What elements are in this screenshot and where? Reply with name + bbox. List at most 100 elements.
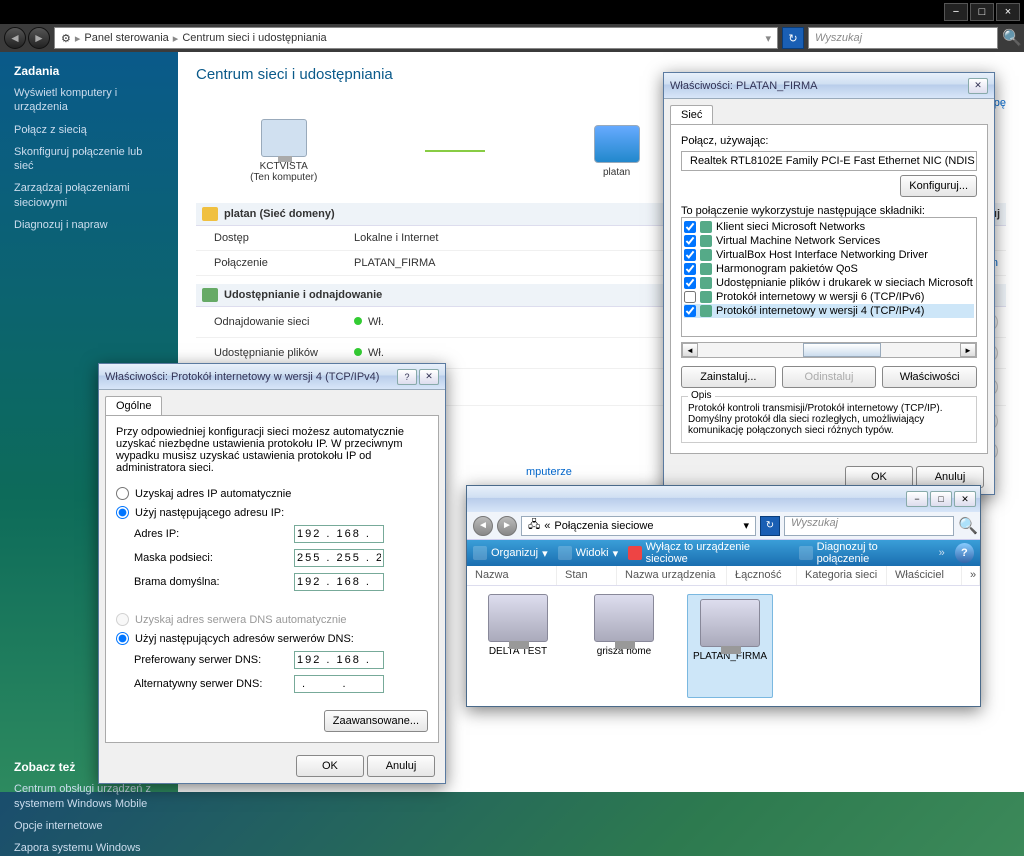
window-titlebar[interactable]: − □ ✕ <box>467 486 980 512</box>
crumb-control-panel[interactable]: Panel sterowania <box>84 32 168 44</box>
help-button[interactable]: ? <box>955 543 974 563</box>
close-button[interactable]: ✕ <box>419 369 439 385</box>
components-list[interactable]: Klient sieci Microsoft Networks Virtual … <box>681 217 977 337</box>
close-button[interactable]: ✕ <box>968 78 988 94</box>
close-button[interactable]: ✕ <box>954 491 976 507</box>
crumb-network-center[interactable]: Centrum sieci i udostępniania <box>182 32 326 44</box>
scroll-thumb[interactable] <box>803 343 882 357</box>
network-connections-window: − □ ✕ ◄ ► 🖧 « Połączenia sieciowe ▾ ↻ Wy… <box>466 485 981 707</box>
disable-icon <box>628 546 641 560</box>
ipv4-properties-dialog: Właściwości: Protokół internetowy w wers… <box>98 363 446 784</box>
list-item[interactable]: VirtualBox Host Interface Networking Dri… <box>684 248 974 262</box>
forward-button[interactable]: ► <box>28 27 50 49</box>
breadcrumb[interactable]: 🖧 « Połączenia sieciowe ▾ <box>521 516 756 536</box>
advanced-button[interactable]: Zaawansowane... <box>324 710 428 732</box>
views-menu[interactable]: Widoki ▾ <box>558 546 619 560</box>
organize-menu[interactable]: Organizuj ▾ <box>473 546 548 560</box>
refresh-button[interactable]: ↻ <box>760 516 780 536</box>
sidebar-item-view-computers[interactable]: Wyświetl komputery i urządzenia <box>14 86 164 115</box>
node-router: platan <box>594 125 640 178</box>
tab-general[interactable]: Ogólne <box>105 396 162 415</box>
node-this-computer: KCTVISTA (Ten komputer) <box>250 119 317 183</box>
list-item[interactable]: Virtual Machine Network Services <box>684 234 974 248</box>
os-titlebar: − □ × <box>0 0 1024 24</box>
sidebar-seealso-internet-options[interactable]: Opcje internetowe <box>14 819 164 833</box>
radio-manual-ip[interactable] <box>116 506 129 519</box>
search-input[interactable]: Wyszukaj <box>784 516 954 536</box>
search-icon[interactable]: 🔍 <box>958 516 974 536</box>
disable-device-button[interactable]: Wyłącz to urządzenie sieciowe <box>628 541 789 565</box>
sidebar-item-manage-connections[interactable]: Zarządzaj połączeniami sieciowymi <box>14 181 164 210</box>
forward-button[interactable]: ► <box>497 516 517 536</box>
horizontal-scrollbar[interactable]: ◄ ► <box>681 342 977 358</box>
subnet-mask-field[interactable] <box>294 549 384 567</box>
ip-address-field[interactable] <box>294 525 384 543</box>
install-button[interactable]: Zainstaluj... <box>681 366 776 388</box>
sidebar-item-setup-connection[interactable]: Skonfiguruj połączenie lub sieć <box>14 145 164 174</box>
sidebar-item-diagnose[interactable]: Diagnozuj i napraw <box>14 218 164 232</box>
configure-button[interactable]: Konfiguruj... <box>900 175 977 197</box>
sharing-icon <box>202 288 218 302</box>
intro-text: Przy odpowiedniej konfiguracji sieci moż… <box>116 426 428 474</box>
list-item[interactable]: Protokół internetowy w wersji 6 (TCP/IPv… <box>684 290 974 304</box>
connection-item-selected[interactable]: PLATAN_FIRMA <box>687 594 773 698</box>
minimize-button[interactable]: − <box>906 491 928 507</box>
minimize-button[interactable]: − <box>944 3 968 21</box>
breadcrumb[interactable]: ⚙ ▸ Panel sterowania ▸ Centrum sieci i u… <box>54 27 778 49</box>
sidebar-item-connect-network[interactable]: Połącz z siecią <box>14 123 164 137</box>
diagnose-button[interactable]: Diagnozuj to połączenie <box>799 541 928 565</box>
connection-item[interactable]: DELTA TEST <box>475 594 561 698</box>
gateway-field[interactable] <box>294 573 384 591</box>
network-connections-icon: 🖧 <box>528 516 540 535</box>
connect-using-label: Połącz, używając: <box>681 135 977 147</box>
refresh-button[interactable]: ↻ <box>782 27 804 49</box>
preferred-dns-field[interactable] <box>294 651 384 669</box>
dialog-titlebar[interactable]: Właściwości: Protokół internetowy w wers… <box>99 364 445 390</box>
component-icon <box>700 291 712 303</box>
cancel-button[interactable]: Anuluj <box>367 755 435 777</box>
connection-item[interactable]: grisza home <box>581 594 667 698</box>
maximize-button[interactable]: □ <box>970 3 994 21</box>
tab-network[interactable]: Sieć <box>670 105 713 124</box>
back-button[interactable]: ◄ <box>473 516 493 536</box>
alternate-dns-field[interactable] <box>294 675 384 693</box>
list-item[interactable]: Klient sieci Microsoft Networks <box>684 220 974 234</box>
list-item[interactable]: Harmonogram pakietów QoS <box>684 262 974 276</box>
command-bar: Organizuj ▾ Widoki ▾ Wyłącz to urządzeni… <box>467 540 980 566</box>
connections-list: DELTA TEST grisza home PLATAN_FIRMA <box>467 586 980 706</box>
dialog-title: Właściwości: PLATAN_FIRMA <box>670 80 818 92</box>
properties-button[interactable]: Właściwości <box>882 366 977 388</box>
close-button[interactable]: × <box>996 3 1020 21</box>
dialog-titlebar[interactable]: Właściwości: PLATAN_FIRMA ✕ <box>664 73 994 99</box>
component-icon <box>700 263 712 275</box>
adapter-box: Realtek RTL8102E Family PCI-E Fast Ether… <box>681 151 977 171</box>
link-line <box>425 150 485 152</box>
search-input[interactable]: Wyszukaj <box>808 27 998 49</box>
column-headers[interactable]: Nazwa Stan Nazwa urządzenia Łączność Kat… <box>467 566 980 586</box>
list-item[interactable]: Udostępnianie plików i drukarek w siecia… <box>684 276 974 290</box>
description-box: Opis Protokół kontroli transmisji/Protok… <box>681 396 977 443</box>
dialog-title: Właściwości: Protokół internetowy w wers… <box>105 371 379 383</box>
component-icon <box>700 305 712 317</box>
search-icon[interactable]: 🔍 <box>1002 28 1020 48</box>
radio-manual-dns[interactable] <box>116 632 129 645</box>
connection-icon <box>594 594 654 642</box>
scroll-left-button[interactable]: ◄ <box>682 343 698 357</box>
component-icon <box>700 235 712 247</box>
components-label: To połączenie wykorzystuje następujące s… <box>681 205 977 217</box>
control-panel-icon: ⚙ <box>61 32 71 45</box>
maximize-button[interactable]: □ <box>930 491 952 507</box>
help-button[interactable]: ? <box>397 369 417 385</box>
scroll-right-button[interactable]: ► <box>960 343 976 357</box>
back-button[interactable]: ◄ <box>4 27 26 49</box>
adapter-name: Realtek RTL8102E Family PCI-E Fast Ether… <box>690 155 975 167</box>
network-icon <box>202 207 218 221</box>
sidebar-header: Zadania <box>14 64 164 78</box>
sidebar-seealso-mobile[interactable]: Centrum obsługi urządzeń z systemem Wind… <box>14 782 164 811</box>
monitor-icon <box>261 119 307 157</box>
sidebar-seealso-firewall[interactable]: Zapora systemu Windows <box>14 841 164 855</box>
radio-auto-ip[interactable] <box>116 487 129 500</box>
list-item[interactable]: Protokół internetowy w wersji 4 (TCP/IPv… <box>684 304 974 318</box>
ok-button[interactable]: OK <box>296 755 364 777</box>
connection-icon <box>488 594 548 642</box>
